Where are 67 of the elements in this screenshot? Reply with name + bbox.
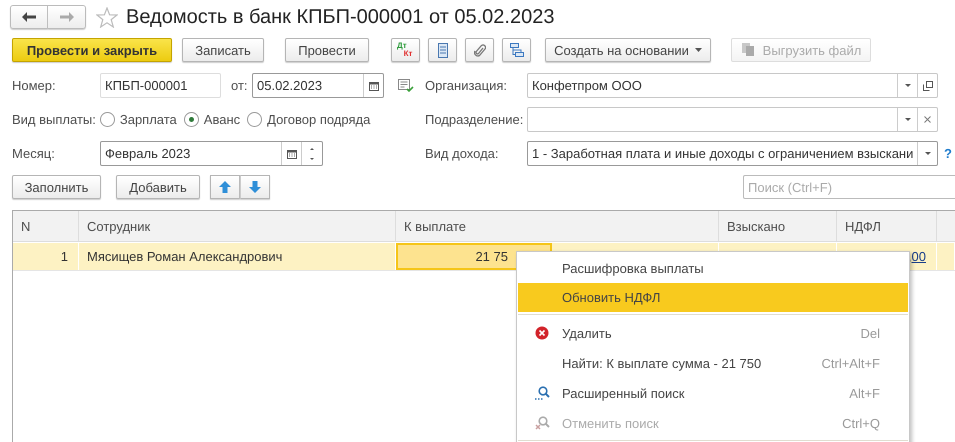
subdivision-label: Подразделение:: [425, 112, 524, 127]
date-field[interactable]: 05.02.2023: [252, 73, 384, 98]
list-button[interactable]: [428, 38, 457, 62]
menu-item[interactable]: Удалить Del: [518, 318, 908, 348]
back-button[interactable]: [10, 5, 48, 29]
caret-icon: [694, 48, 702, 52]
move-down-button[interactable]: [240, 175, 270, 199]
column-header[interactable]: N: [13, 211, 79, 241]
debit-credit-button[interactable]: Дт Кт: [391, 38, 420, 62]
window-title: Ведомость в банк КПБП-000001 от 05.02.2023: [126, 6, 554, 28]
radio-icon[interactable]: [184, 112, 199, 127]
cancel-search-icon: [534, 416, 550, 430]
radio-icon[interactable]: [247, 112, 262, 127]
column-header[interactable]: К выплате: [396, 211, 719, 241]
search-field[interactable]: Поиск (Ctrl+F): [743, 175, 955, 199]
arrow-up-icon: [219, 181, 231, 193]
documents-icon: [740, 42, 757, 58]
organization-field[interactable]: Конфетпром ООО: [527, 73, 938, 98]
arrow-left-icon: [22, 12, 36, 22]
table-button[interactable]: Добавить: [116, 175, 200, 199]
dropdown-icon: [904, 118, 910, 121]
menu-item[interactable]: Обновить НДФЛ: [518, 283, 908, 312]
delete-icon: [535, 326, 549, 340]
arrow-right-icon: [60, 12, 74, 22]
calendar-icon: [286, 148, 296, 158]
column-header[interactable]: НДФЛ: [837, 211, 937, 241]
date-label: от:: [231, 78, 249, 93]
menu-item[interactable]: Расширенный поиск Alt+F: [518, 378, 908, 408]
payment-type-radio[interactable]: Договор подряда: [247, 112, 370, 127]
calendar-icon: [368, 80, 378, 90]
column-header[interactable]: Сотрудник: [79, 211, 396, 241]
number-field[interactable]: КПБП-000001: [100, 73, 221, 98]
income-type-label: Вид дохода:: [425, 146, 500, 161]
arrow-down-icon: [249, 181, 261, 193]
paperclip-icon: [474, 42, 486, 58]
help-link[interactable]: ?: [944, 146, 952, 161]
payment-type-label: Вид выплаты:: [12, 112, 96, 127]
toolbar-button[interactable]: Провести: [285, 38, 369, 62]
dropdown-icon: [904, 84, 910, 87]
table-cell: 1: [13, 243, 79, 270]
star-icon[interactable]: [96, 6, 118, 28]
income-type-field[interactable]: 1 - Заработная плата и иные доходы с ограничением взыскани: [527, 141, 938, 166]
list-icon: [438, 42, 448, 58]
month-label: Месяц:: [12, 146, 56, 161]
menu-item[interactable]: Найти: К выплате сумма - 21 750 Ctrl+Alt+F: [518, 348, 908, 378]
toolbar-button[interactable]: Записать: [182, 38, 264, 62]
number-label: Номер:: [12, 78, 57, 93]
structure-button[interactable]: [502, 38, 531, 62]
document-check-icon[interactable]: [398, 78, 414, 92]
column-header[interactable]: Взыскано: [719, 211, 837, 241]
ndfl-link[interactable]: ,00: [908, 249, 926, 264]
radio-icon[interactable]: [100, 112, 115, 127]
dropdown-icon: [924, 152, 930, 155]
move-up-button[interactable]: [210, 175, 240, 199]
attach-button[interactable]: [465, 38, 494, 62]
open-window-icon: [922, 80, 932, 90]
subdivision-field[interactable]: [527, 107, 938, 132]
search-icon: [534, 386, 550, 400]
organization-label: Организация:: [425, 78, 508, 93]
table-button[interactable]: Заполнить: [12, 175, 101, 199]
payment-type-radio[interactable]: Аванс: [184, 112, 240, 127]
create-based-on-button[interactable]: Создать на основании: [545, 38, 711, 62]
payment-type-radio[interactable]: Зарплата: [100, 112, 177, 127]
clear-icon: [924, 116, 931, 123]
structure-icon: [508, 42, 524, 58]
month-field[interactable]: Февраль 2023: [100, 141, 323, 166]
post-and-close-button[interactable]: Провести и закрыть: [12, 38, 172, 62]
